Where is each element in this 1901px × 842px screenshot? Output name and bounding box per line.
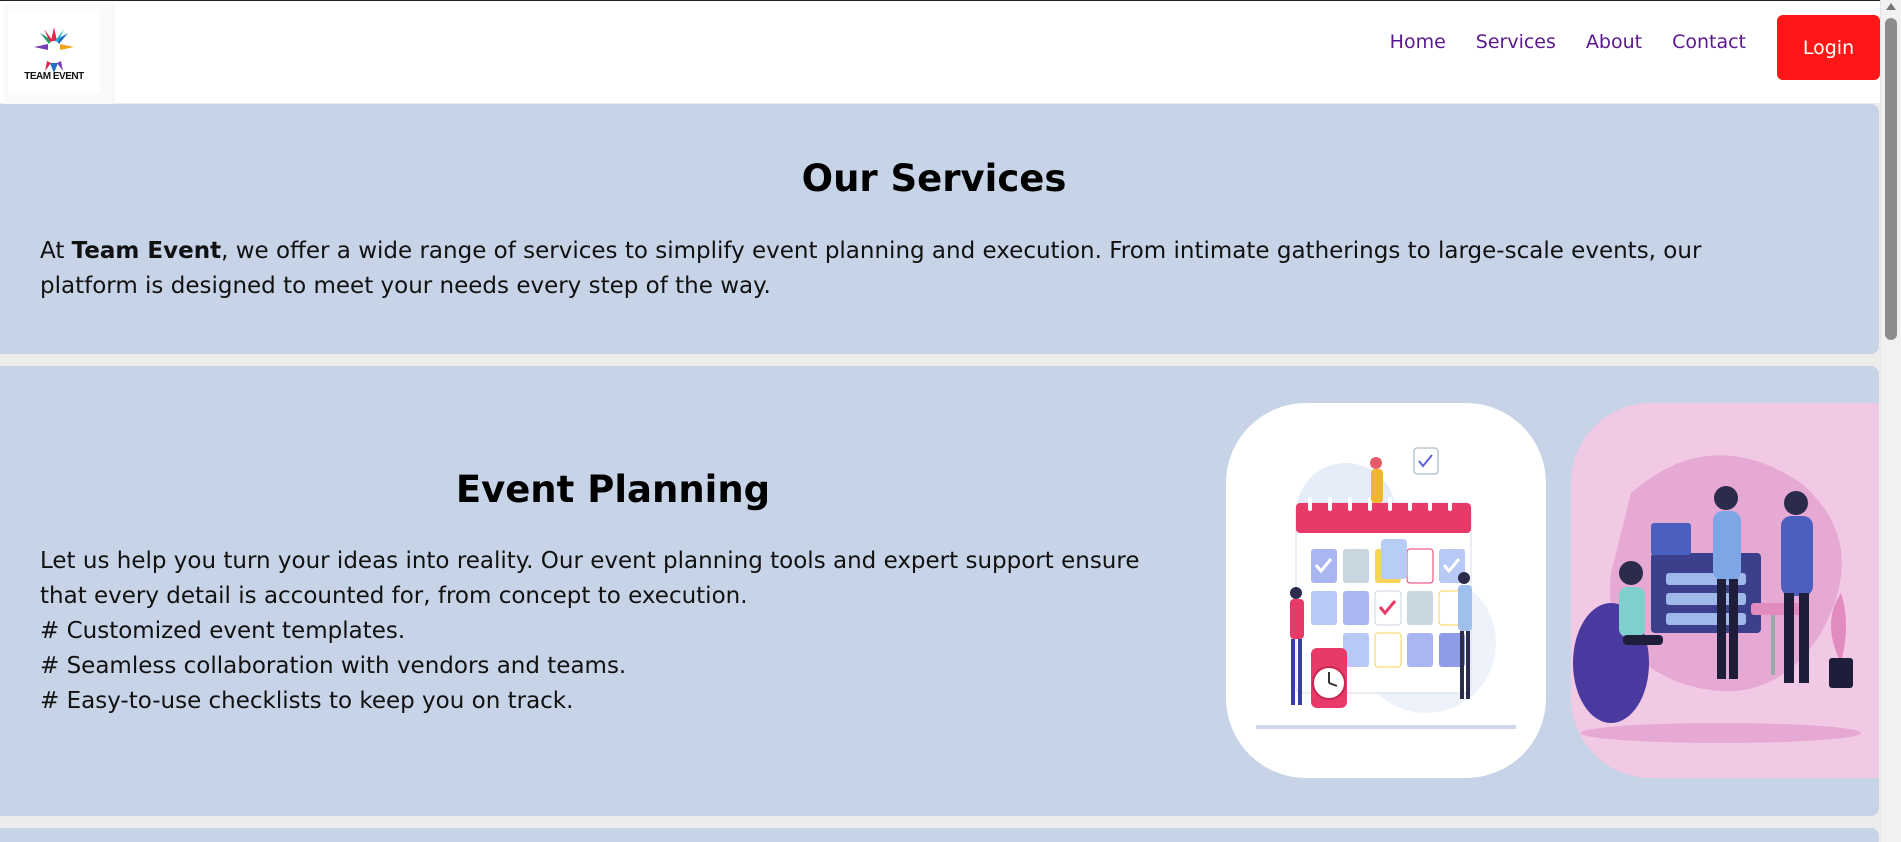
intro-suffix: , we offer a wide range of services to s… bbox=[40, 238, 1702, 299]
scroll-up-arrow-icon[interactable] bbox=[1886, 3, 1896, 10]
feature-bullet: # Seamless collaboration with vendors an… bbox=[40, 653, 627, 679]
event-planning-line: Let us help you turn your ideas into rea… bbox=[40, 548, 1140, 574]
feature-bullet: # Easy-to-use checklists to keep you on … bbox=[40, 688, 574, 714]
team-scene-icon bbox=[1573, 455, 1861, 743]
feature-bullet: # Customized event templates. bbox=[40, 618, 406, 644]
calendar-illustration bbox=[1226, 403, 1546, 778]
event-planning-text: Let us help you turn your ideas into rea… bbox=[40, 544, 1220, 719]
nav-services-link[interactable]: Services bbox=[1476, 31, 1556, 53]
nav-about-link[interactable]: About bbox=[1586, 31, 1642, 53]
services-intro-text: At Team Event, we offer a wide range of … bbox=[40, 234, 1760, 304]
nav-contact-link[interactable]: Contact bbox=[1672, 31, 1746, 53]
logo[interactable]: TEAM EVENT bbox=[4, 5, 114, 105]
page-scrollbar[interactable] bbox=[1880, 0, 1901, 842]
site-header: TEAM EVENT Home Services About Contact L… bbox=[0, 1, 1880, 105]
login-button[interactable]: Login bbox=[1777, 15, 1880, 80]
calendar-scene-icon bbox=[1256, 447, 1516, 729]
services-title: Our Services bbox=[801, 157, 1067, 200]
logo-burst-icon bbox=[34, 26, 74, 73]
brand-name: Team Event bbox=[71, 238, 222, 264]
main-nav: Home Services About Contact bbox=[1390, 31, 1746, 53]
event-planning-line: that every detail is accounted for, from… bbox=[40, 583, 748, 609]
team-illustration bbox=[1571, 403, 1879, 778]
logo-text: TEAM EVENT bbox=[24, 70, 84, 82]
event-planning-title: Event Planning bbox=[455, 468, 771, 511]
scroll-thumb[interactable] bbox=[1885, 18, 1897, 340]
next-section bbox=[0, 828, 1879, 842]
intro-prefix: At bbox=[40, 238, 72, 264]
nav-home-link[interactable]: Home bbox=[1390, 31, 1446, 53]
event-planning-section: Event Planning Let us help you turn your… bbox=[0, 366, 1879, 816]
logo-image: TEAM EVENT bbox=[8, 9, 100, 93]
services-intro-section: Our Services At Team Event, we offer a w… bbox=[0, 104, 1879, 354]
